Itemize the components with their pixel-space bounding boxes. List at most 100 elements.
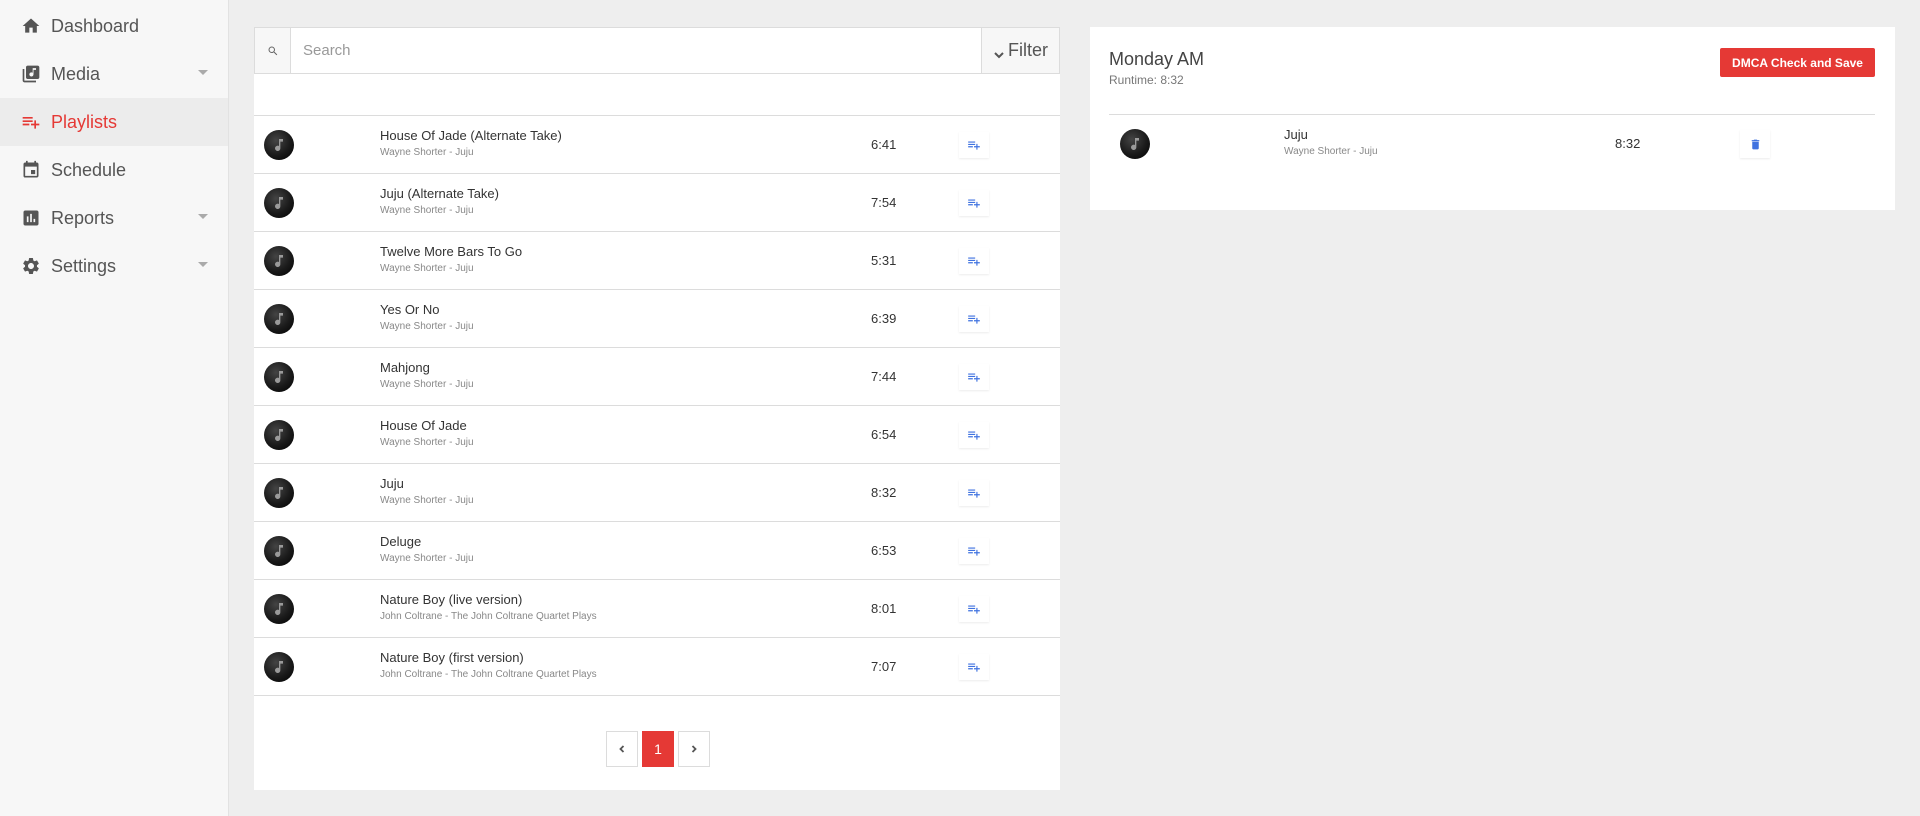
track-artist-album: Wayne Shorter - Juju xyxy=(380,147,474,158)
album-art-icon xyxy=(264,304,294,334)
add-to-playlist-button[interactable] xyxy=(959,248,989,274)
page-button-current[interactable]: 1 xyxy=(642,731,674,767)
table-row: Nature Boy (live version) John Coltrane … xyxy=(254,580,1060,638)
playlist-add-icon xyxy=(968,257,980,266)
track-artist-album: Wayne Shorter - Juju xyxy=(380,379,474,390)
add-to-playlist-button[interactable] xyxy=(959,190,989,216)
album-art-icon xyxy=(264,246,294,276)
track-list: House Of Jade (Alternate Take) Wayne Sho… xyxy=(254,115,1060,696)
add-to-playlist-button[interactable] xyxy=(959,306,989,332)
sidebar-item-settings[interactable]: Settings xyxy=(0,242,228,290)
album-art-icon xyxy=(264,188,294,218)
add-to-playlist-button[interactable] xyxy=(959,132,989,158)
add-to-playlist-button[interactable] xyxy=(959,480,989,506)
album-art-icon xyxy=(264,652,294,682)
track-title: Juju xyxy=(380,476,404,491)
playlist-title: Monday AM xyxy=(1109,49,1205,69)
table-row: Juju (Alternate Take) Wayne Shorter - Ju… xyxy=(254,174,1060,232)
sidebar-item-label: Playlists xyxy=(51,111,118,132)
search-bar: Filter xyxy=(254,27,1060,74)
track-duration: 7:54 xyxy=(871,195,897,210)
track-title: House Of Jade (Alternate Take) xyxy=(380,128,562,143)
sidebar-item-schedule[interactable]: Schedule xyxy=(0,146,228,194)
playlist-panel: Monday AM Runtime: 8:32 DMCA Check and S… xyxy=(1090,27,1895,210)
table-row: House Of Jade Wayne Shorter - Juju 6:54 xyxy=(254,406,1060,464)
track-title: Yes Or No xyxy=(380,302,440,317)
home-icon xyxy=(20,15,42,37)
table-row: Mahjong Wayne Shorter - Juju 7:44 xyxy=(254,348,1060,406)
playlist-add-icon xyxy=(968,315,980,324)
previous-page-button[interactable] xyxy=(606,731,638,767)
track-duration: 8:01 xyxy=(871,601,897,616)
track-title: Twelve More Bars To Go xyxy=(380,244,523,259)
gear-icon xyxy=(20,255,42,277)
remove-from-playlist-button[interactable] xyxy=(1740,130,1770,158)
add-to-playlist-button[interactable] xyxy=(959,596,989,622)
sidebar-item-label: Schedule xyxy=(51,159,127,180)
trash-icon xyxy=(1751,139,1759,149)
table-row: Juju Wayne Shorter - Juju 8:32 xyxy=(254,464,1060,522)
track-duration: 7:07 xyxy=(871,659,897,674)
media-panel: Filter House Of Jade (Alternate Take) Wa… xyxy=(254,27,1060,790)
album-art-icon xyxy=(264,130,294,160)
add-to-playlist-button[interactable] xyxy=(959,364,989,390)
table-row: Nature Boy (first version) John Coltrane… xyxy=(254,638,1060,696)
album-art-icon xyxy=(1120,129,1150,159)
media-library-icon xyxy=(20,63,42,85)
table-row: House Of Jade (Alternate Take) Wayne Sho… xyxy=(254,116,1060,174)
track-artist-album: Wayne Shorter - Juju xyxy=(380,437,474,448)
sidebar-item-label: Dashboard xyxy=(51,15,140,36)
playlist-add-icon xyxy=(968,141,980,150)
table-row: Twelve More Bars To Go Wayne Shorter - J… xyxy=(254,232,1060,290)
track-artist-album: John Coltrane - The John Coltrane Quarte… xyxy=(380,611,597,622)
track-artist-album: Wayne Shorter - Juju xyxy=(380,553,474,564)
sidebar-item-playlists[interactable]: Playlists xyxy=(0,98,228,146)
track-title: Deluge xyxy=(380,534,422,549)
search-input[interactable] xyxy=(291,28,981,73)
track-artist-album: Wayne Shorter - Juju xyxy=(380,263,474,274)
bar-chart-icon xyxy=(20,207,42,229)
track-title: Juju xyxy=(1284,127,1308,142)
track-duration: 6:54 xyxy=(871,427,897,442)
playlist-add-icon xyxy=(968,605,980,614)
track-title: House Of Jade xyxy=(380,418,467,433)
playlist-item: Juju Wayne Shorter - Juju 8:32 xyxy=(1090,115,1895,173)
track-duration: 8:32 xyxy=(1615,136,1641,151)
sidebar-item-media[interactable]: Media xyxy=(0,50,228,98)
playlist-add-icon xyxy=(968,199,980,208)
playlist-runtime: Runtime: 8:32 xyxy=(1109,73,1184,87)
table-row: Deluge Wayne Shorter - Juju 6:53 xyxy=(254,522,1060,580)
track-title: Nature Boy (live version) xyxy=(380,592,523,607)
sidebar-item-reports[interactable]: Reports xyxy=(0,194,228,242)
album-art-icon xyxy=(264,420,294,450)
pagination: 1 xyxy=(606,731,710,767)
next-page-button[interactable] xyxy=(678,731,710,767)
sidebar-item-dashboard[interactable]: Dashboard xyxy=(0,2,228,50)
album-art-icon xyxy=(264,478,294,508)
album-art-icon xyxy=(264,536,294,566)
filter-label: Filter xyxy=(1008,40,1048,60)
add-to-playlist-button[interactable] xyxy=(959,654,989,680)
chevron-left-icon xyxy=(619,745,625,753)
filter-button[interactable]: Filter xyxy=(981,28,1059,73)
add-to-playlist-button[interactable] xyxy=(959,538,989,564)
track-artist-album: Wayne Shorter - Juju xyxy=(380,495,474,506)
add-to-playlist-button[interactable] xyxy=(959,422,989,448)
sidebar-item-label: Reports xyxy=(51,207,115,228)
playlist-add-icon xyxy=(968,373,980,382)
search-icon xyxy=(255,28,291,73)
table-row: Yes Or No Wayne Shorter - Juju 6:39 xyxy=(254,290,1060,348)
playlist-add-icon xyxy=(968,431,980,440)
track-duration: 7:44 xyxy=(871,369,897,384)
album-art-icon xyxy=(264,594,294,624)
calendar-icon xyxy=(20,159,42,181)
sidebar-item-label: Settings xyxy=(51,255,117,276)
track-duration: 6:39 xyxy=(871,311,897,326)
caret-down-icon xyxy=(198,214,208,219)
track-artist-album: Wayne Shorter - Juju xyxy=(380,205,474,216)
dmca-check-and-save-button[interactable]: DMCA Check and Save xyxy=(1720,48,1875,77)
sidebar-item-label: Media xyxy=(51,63,101,84)
track-title: Nature Boy (first version) xyxy=(380,650,524,665)
track-artist-album: Wayne Shorter - Juju xyxy=(380,321,474,332)
track-artist-album: John Coltrane - The John Coltrane Quarte… xyxy=(380,669,597,680)
